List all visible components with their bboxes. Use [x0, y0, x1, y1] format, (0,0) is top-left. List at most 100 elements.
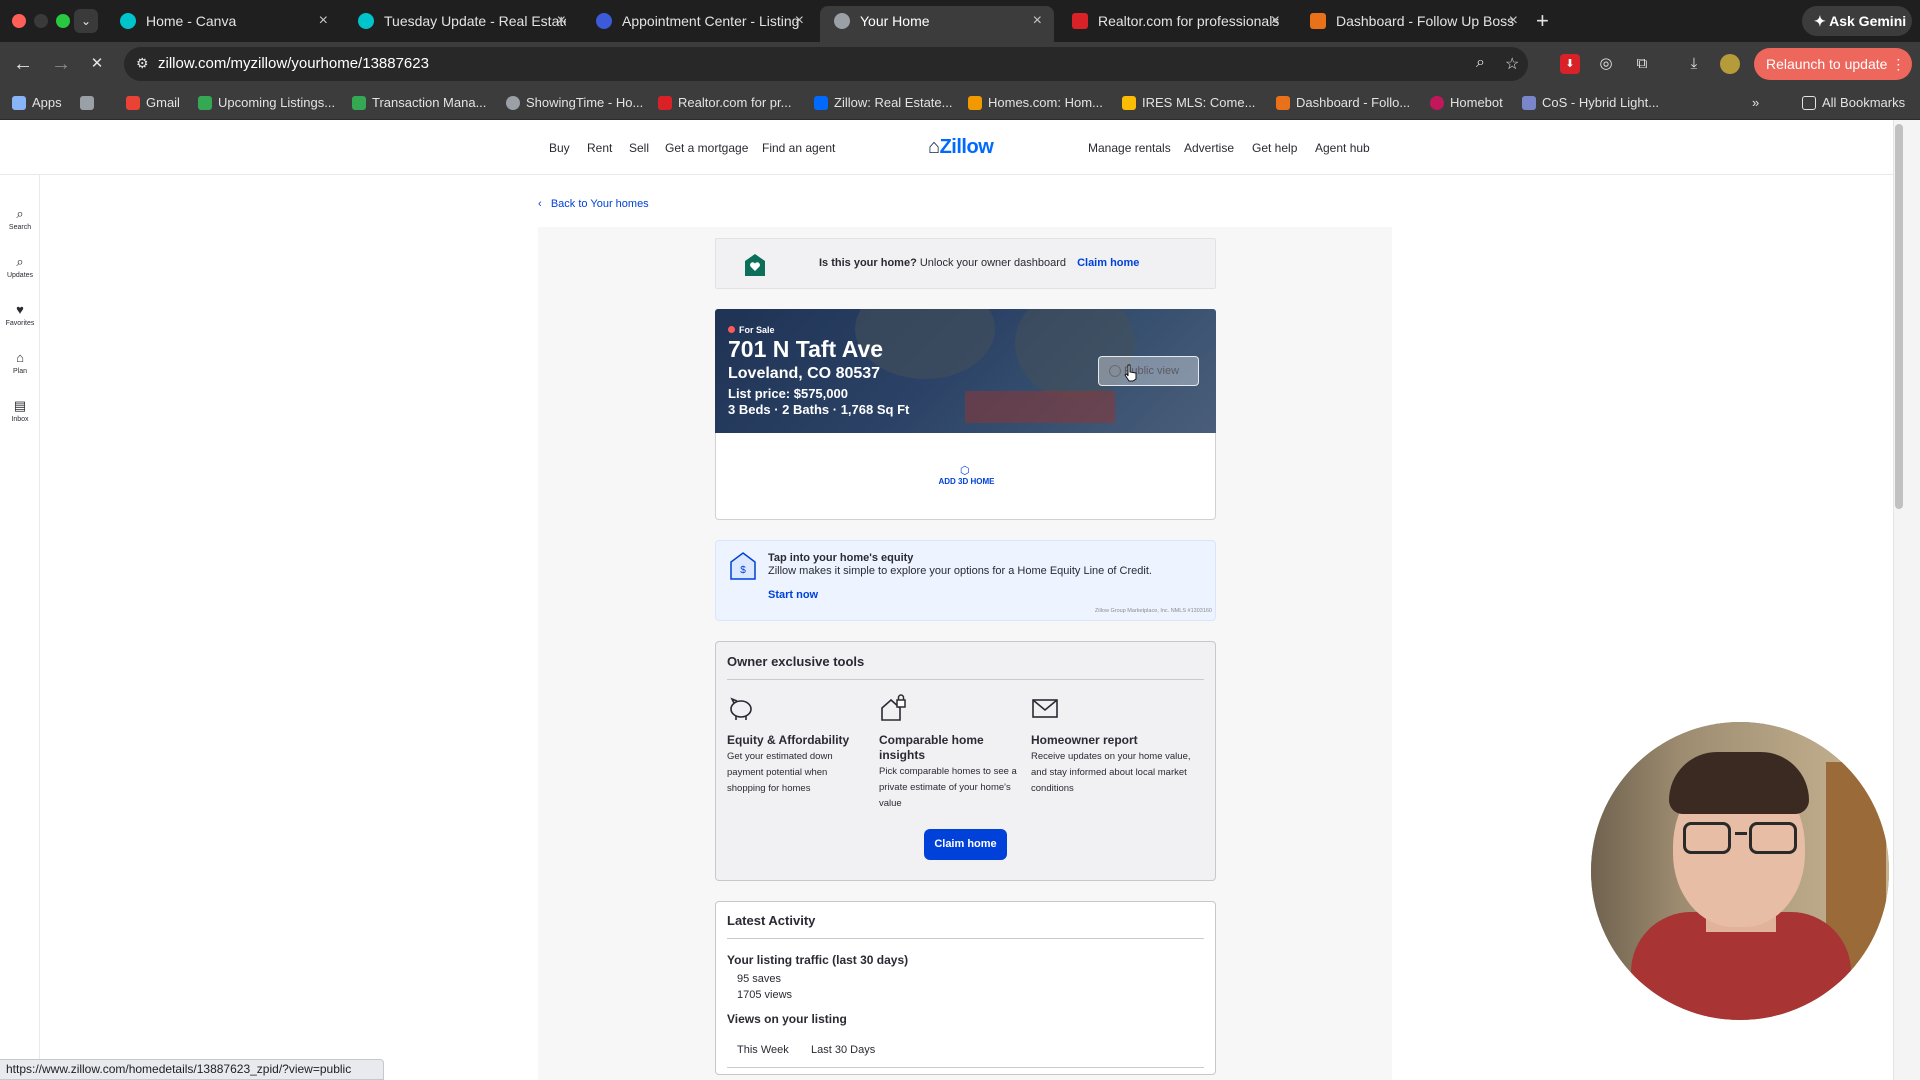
nav-rent[interactable]: Rent	[587, 141, 612, 155]
views-heading: Views on your listing	[727, 1012, 847, 1026]
extension-download-icon[interactable]: ⬇	[1560, 54, 1580, 74]
bookmark-ires-mls[interactable]: IRES MLS: Come...	[1122, 94, 1255, 112]
nav-buy[interactable]: Buy	[549, 141, 570, 155]
bookmark-transaction-manager[interactable]: Transaction Mana...	[352, 94, 486, 112]
tab-close-icon[interactable]: ×	[1509, 6, 1518, 36]
page-scrollbar[interactable]	[1893, 120, 1920, 1080]
ires-icon	[1122, 96, 1136, 110]
tab-close-icon[interactable]: ×	[557, 6, 566, 36]
mouse-pointer-hand-icon	[1124, 364, 1137, 382]
nav-get-help[interactable]: Get help	[1252, 141, 1297, 155]
bookmark-homes-com[interactable]: Homes.com: Hom...	[968, 94, 1103, 112]
browser-tab-realtor-pro[interactable]: Realtor.com for professionals ×	[1058, 6, 1292, 42]
loading-favicon-icon	[834, 13, 850, 29]
tab-close-icon[interactable]: ×	[795, 6, 804, 36]
bookmark-label: ShowingTime - Ho...	[526, 95, 644, 110]
scrollbar-thumb[interactable]	[1895, 124, 1903, 509]
add-3d-home-link[interactable]: ADD 3D HOME	[716, 477, 1217, 486]
tool-homeowner-report[interactable]: Homeowner report Receive updates on your…	[1031, 694, 1203, 797]
new-tab-plus-icon[interactable]: +	[1536, 8, 1549, 34]
realtor-icon	[658, 96, 672, 110]
bookmark-label: Gmail	[146, 95, 180, 110]
extension-grammarly-icon[interactable]: ◎	[1596, 54, 1616, 74]
rail-search[interactable]: ⌕ Search	[0, 207, 40, 232]
nav-find-an-agent[interactable]: Find an agent	[762, 141, 835, 155]
rail-updates[interactable]: ⌕ Updates	[0, 255, 40, 280]
range-tab-this-week[interactable]: This Week	[737, 1044, 789, 1056]
downloads-icon[interactable]: ⤓	[1684, 54, 1704, 74]
nav-manage-rentals[interactable]: Manage rentals	[1088, 141, 1171, 155]
window-close-button[interactable]	[12, 14, 26, 28]
listing-street: 701 N Taft Ave	[728, 336, 884, 362]
browser-tab-appointment-center[interactable]: Appointment Center - Listing ×	[582, 6, 816, 42]
relaunch-to-update-button[interactable]: Relaunch to update ⋮	[1754, 48, 1912, 80]
all-bookmarks-folder[interactable]: All Bookmarks	[1802, 94, 1905, 112]
webcam-glasses-left	[1683, 822, 1731, 854]
nav-sell[interactable]: Sell	[629, 141, 649, 155]
claim-home-button[interactable]: Claim home	[924, 829, 1007, 860]
window-minimize-button[interactable]	[34, 14, 48, 28]
relaunch-label: Relaunch to update	[1766, 56, 1888, 72]
tool-equity-affordability[interactable]: Equity & Affordability Get your estimate…	[727, 694, 867, 797]
forward-arrow-icon[interactable]: →	[48, 51, 74, 77]
bookmark-follow-up-boss[interactable]: Dashboard - Follo...	[1276, 94, 1410, 112]
follow-up-boss-favicon-icon	[1310, 13, 1326, 29]
bookmark-upcoming-listings[interactable]: Upcoming Listings...	[198, 94, 335, 112]
bookmark-label: CoS - Hybrid Light...	[1542, 95, 1660, 110]
nav-agent-hub[interactable]: Agent hub	[1315, 141, 1370, 155]
tab-close-icon[interactable]: ×	[319, 6, 328, 36]
bookmark-star-icon[interactable]: ☆	[1505, 54, 1519, 74]
profile-avatar-icon[interactable]	[1720, 54, 1740, 74]
bookmark-apps[interactable]: Apps	[12, 94, 62, 112]
browser-tab-canva-home[interactable]: Home - Canva ×	[106, 6, 340, 42]
browser-toolbar: ← → ✕ ⚙ zillow.com/myzillow/yourhome/138…	[0, 42, 1920, 86]
tab-label: Dashboard - Follow Up Boss	[1336, 13, 1515, 29]
zillow-logo[interactable]: ⌂Zillow	[928, 136, 994, 159]
rail-favorites[interactable]: ♥ Favorites	[0, 303, 40, 328]
browser-tab-tuesday-update[interactable]: Tuesday Update - Real Estate ×	[344, 6, 578, 42]
stop-loading-icon[interactable]: ✕	[84, 51, 110, 77]
rail-label: Search	[8, 224, 32, 231]
bookmark-gmail[interactable]: Gmail	[126, 94, 180, 112]
more-bookmarks-chevron-icon[interactable]: »	[1752, 94, 1759, 112]
tool-description: Pick comparable homes to see a private e…	[879, 766, 1017, 809]
nav-advertise[interactable]: Advertise	[1184, 141, 1234, 155]
site-info-icon[interactable]: ⚙	[136, 55, 149, 72]
tab-close-icon[interactable]: ×	[1033, 6, 1042, 36]
bookmark-realtor-pro[interactable]: Realtor.com for pr...	[658, 94, 791, 112]
bookmark-homebot[interactable]: Homebot	[1430, 94, 1503, 112]
bookmark-showingtime[interactable]: ShowingTime - Ho...	[506, 94, 643, 112]
add-3d-home-card: ⬡ ADD 3D HOME	[715, 433, 1216, 520]
rail-inbox[interactable]: ▤ Inbox	[0, 399, 40, 424]
extensions-puzzle-icon[interactable]: ⧉	[1632, 54, 1652, 74]
range-tab-last-30-days[interactable]: Last 30 Days	[811, 1044, 875, 1056]
claim-home-link[interactable]: Claim home	[1077, 257, 1139, 269]
zoom-magnifier-icon[interactable]: ⌕	[1476, 54, 1485, 72]
webcam-glasses-bridge	[1735, 832, 1747, 835]
back-to-your-homes-link[interactable]: ‹ Back to Your homes	[538, 198, 649, 210]
bookmark-tab-groups[interactable]	[80, 94, 100, 112]
browser-tab-follow-up-boss[interactable]: Dashboard - Follow Up Boss ×	[1296, 6, 1530, 42]
bookmark-cos-hybrid[interactable]: CoS - Hybrid Light...	[1522, 94, 1659, 112]
browser-tab-your-home[interactable]: Your Home ×	[820, 6, 1054, 42]
rail-plan[interactable]: ⌂ Plan	[0, 351, 40, 376]
divider	[727, 938, 1204, 939]
nav-get-a-mortgage[interactable]: Get a mortgage	[665, 141, 748, 155]
ask-gemini-button[interactable]: ✦ Ask Gemini	[1802, 6, 1912, 36]
claim-description: Unlock your owner dashboard	[919, 257, 1066, 269]
hero-house-shape	[965, 391, 1115, 423]
tab-search-chevron-icon[interactable]: ⌄	[74, 9, 98, 33]
address-bar-url[interactable]: zillow.com/myzillow/yourhome/13887623	[158, 47, 429, 81]
back-arrow-icon[interactable]: ←	[10, 51, 36, 77]
homebot-icon	[1430, 96, 1444, 110]
window-zoom-button[interactable]	[56, 14, 70, 28]
globe-icon	[1109, 365, 1121, 377]
equity-start-now-link[interactable]: Start now	[768, 589, 818, 601]
back-link-label: Back to Your homes	[550, 198, 649, 210]
bookmark-zillow[interactable]: Zillow: Real Estate...	[814, 94, 953, 112]
tool-comparable-home-insights[interactable]: Comparable home insights Pick comparable…	[879, 694, 1019, 812]
address-bar[interactable]: ⚙ zillow.com/myzillow/yourhome/13887623 …	[124, 47, 1528, 81]
tab-close-icon[interactable]: ×	[1271, 6, 1280, 36]
public-view-button[interactable]: Public view	[1098, 356, 1199, 386]
webcam-glasses-right	[1749, 822, 1797, 854]
